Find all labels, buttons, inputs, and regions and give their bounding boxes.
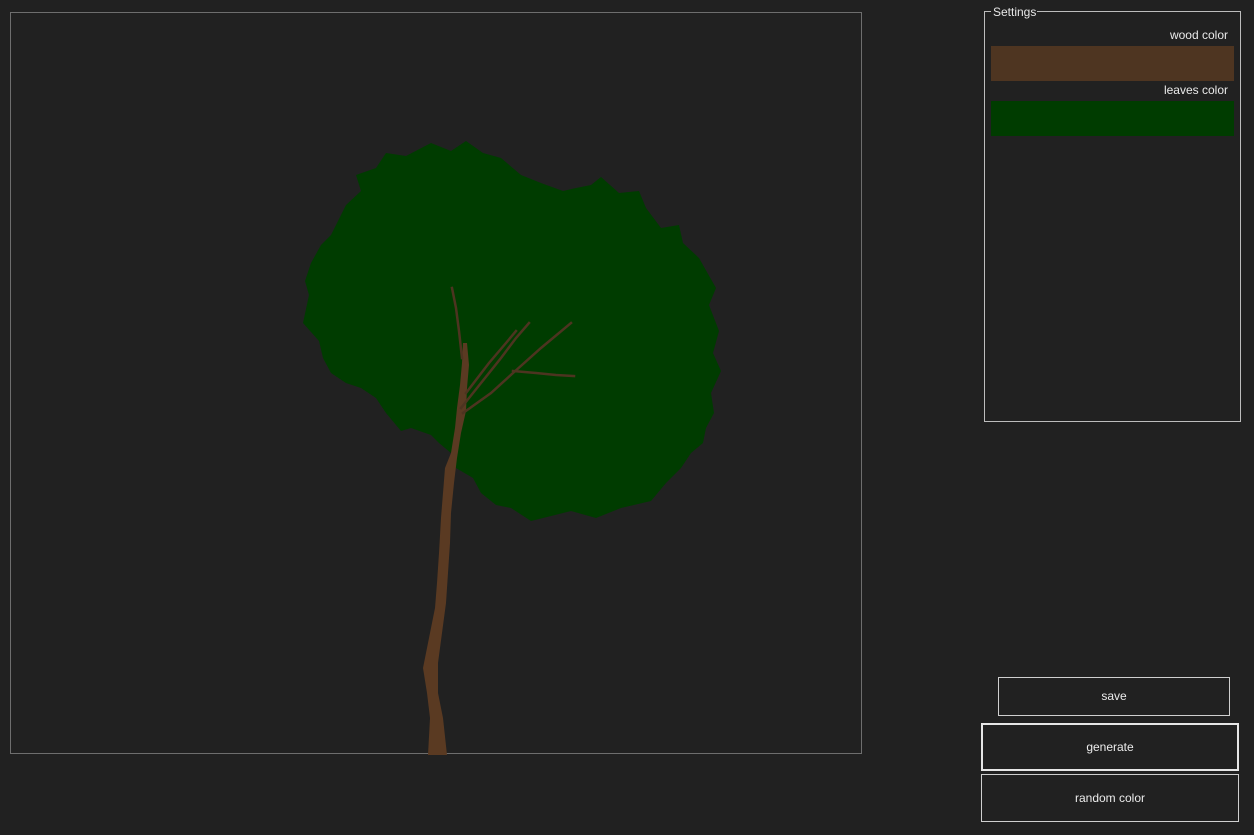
tree-leaves xyxy=(303,141,721,521)
settings-panel: Settings wood color leaves color xyxy=(984,6,1241,422)
tree-drawing xyxy=(303,141,721,755)
wood-color-picker[interactable] xyxy=(991,46,1234,81)
settings-legend: Settings xyxy=(991,5,1038,19)
leaves-color-label: leaves color xyxy=(1163,83,1228,97)
random-color-button[interactable]: random color xyxy=(981,774,1239,822)
tree-canvas[interactable] xyxy=(10,12,862,755)
leaves-color-picker[interactable] xyxy=(991,101,1234,136)
generate-button[interactable]: generate xyxy=(981,723,1239,771)
wood-color-label: wood color xyxy=(1169,28,1228,42)
save-button[interactable]: save xyxy=(998,677,1230,716)
